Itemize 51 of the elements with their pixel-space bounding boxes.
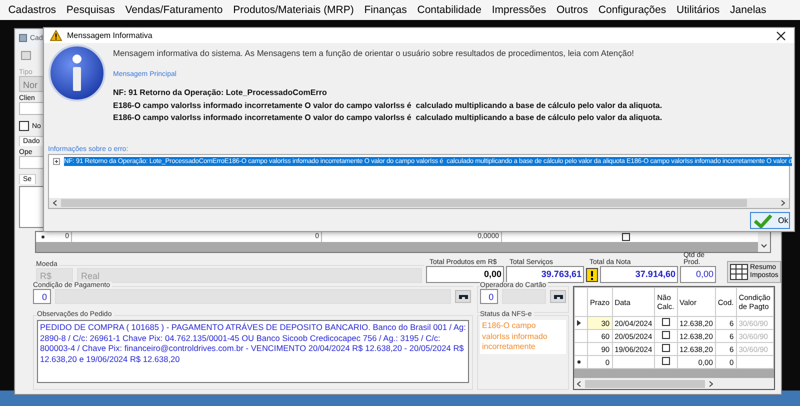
menu-item[interactable]: Configurações: [593, 2, 672, 18]
lookup-button[interactable]: [455, 290, 471, 303]
scrollbar[interactable]: [574, 378, 774, 389]
menu-item[interactable]: Impressões: [486, 2, 552, 18]
new-row-icon: [40, 234, 46, 240]
operator-code-field[interactable]: 0: [480, 289, 498, 304]
chevron-down-icon: [761, 244, 767, 248]
message-text: Mensagem informativa do sistema. As Mensagens tem a função de orientar o usuário sobre resultados de procedimentos, leia com Atenção!: [113, 48, 635, 58]
close-button[interactable]: [774, 28, 788, 42]
scrollbar[interactable]: [49, 198, 789, 208]
menu-item[interactable]: Vendas/Faturamento: [120, 2, 228, 18]
status-text: E186-O campo valorIss informado incorretamente: [480, 320, 566, 354]
checkbox[interactable]: [19, 121, 29, 131]
window-icon: [19, 34, 27, 42]
close-icon: [776, 30, 786, 40]
total-field: 0,00: [680, 266, 716, 283]
checkbox[interactable]: [622, 233, 630, 241]
error-text: NF: 91 Retorno da Operação: Lote_ProcessadoComErro: [113, 87, 328, 99]
menu-item[interactable]: Produtos/Materiais (MRP): [228, 2, 360, 18]
table-icon: [730, 264, 748, 280]
total-field: 0,00: [426, 266, 504, 283]
ok-button[interactable]: Ok: [750, 212, 790, 229]
checkbox[interactable]: [662, 318, 670, 326]
notes-field[interactable]: PEDIDO DE COMPRA ( 101685 ) - PAGAMENTO ATRÁVES DE DEPOSITO BANCARIO. Banco do Brasil 001 / Ag: 2890-8 / C/c: 26961-1 Chave Pix: 04.762.135/0001-45 OU Banco Sicoob Credicocapec 756 / Ag.: 3195 / C/c: 800003-4 / Chave Pix: financeiro@controldrives.com.br - VENCIMENTO 20/04/2024 R$ 12.638,20 - 20/05/2024 R$ 12.638,20 e 19/06/2024 R$ 12.638,20: [37, 320, 469, 383]
chevron-left-icon: [577, 380, 581, 386]
chevron-right-icon: [709, 380, 713, 386]
checkbox[interactable]: [662, 344, 670, 352]
chevron-right-icon: [781, 200, 785, 206]
menu-item[interactable]: Contabilidade: [412, 2, 487, 18]
binoculars-icon: [458, 293, 468, 300]
toolbar-icon: [21, 51, 31, 60]
total-field: 39.763,61: [506, 266, 584, 283]
error-text: E186-O campo valorIss informado incorretamente O valor do campo valorIss é calculado multiplicando a base de cálculo pelo valor da aliquota.: [113, 100, 662, 112]
chevron-left-icon: [53, 200, 57, 206]
menu-item[interactable]: Cadastros: [3, 2, 62, 18]
total-field: 37.914,60: [600, 266, 678, 283]
error-text: E186-O campo valorIss informado incorretamente O valor do campo valorIss é calculado multiplicando a base de cálculo pelo valor da aliquota.: [113, 112, 662, 124]
lookup-button[interactable]: [550, 290, 566, 303]
checkbox[interactable]: [662, 331, 670, 339]
checkbox[interactable]: [662, 357, 670, 365]
menu-item[interactable]: Outros: [551, 2, 594, 18]
menu-item[interactable]: Finanças: [359, 2, 412, 18]
menu-item[interactable]: Janelas: [724, 2, 772, 18]
dialog-title: Menssagem Informativa: [67, 31, 154, 40]
warning-icon: [50, 30, 62, 41]
payment-code-field[interactable]: 0: [33, 289, 51, 304]
binoculars-icon: [552, 293, 564, 300]
menu-item[interactable]: Utilitários: [671, 2, 725, 18]
scrollbar[interactable]: [758, 232, 770, 252]
menu-item[interactable]: Pesquisas: [61, 2, 120, 18]
check-icon: [754, 214, 772, 228]
